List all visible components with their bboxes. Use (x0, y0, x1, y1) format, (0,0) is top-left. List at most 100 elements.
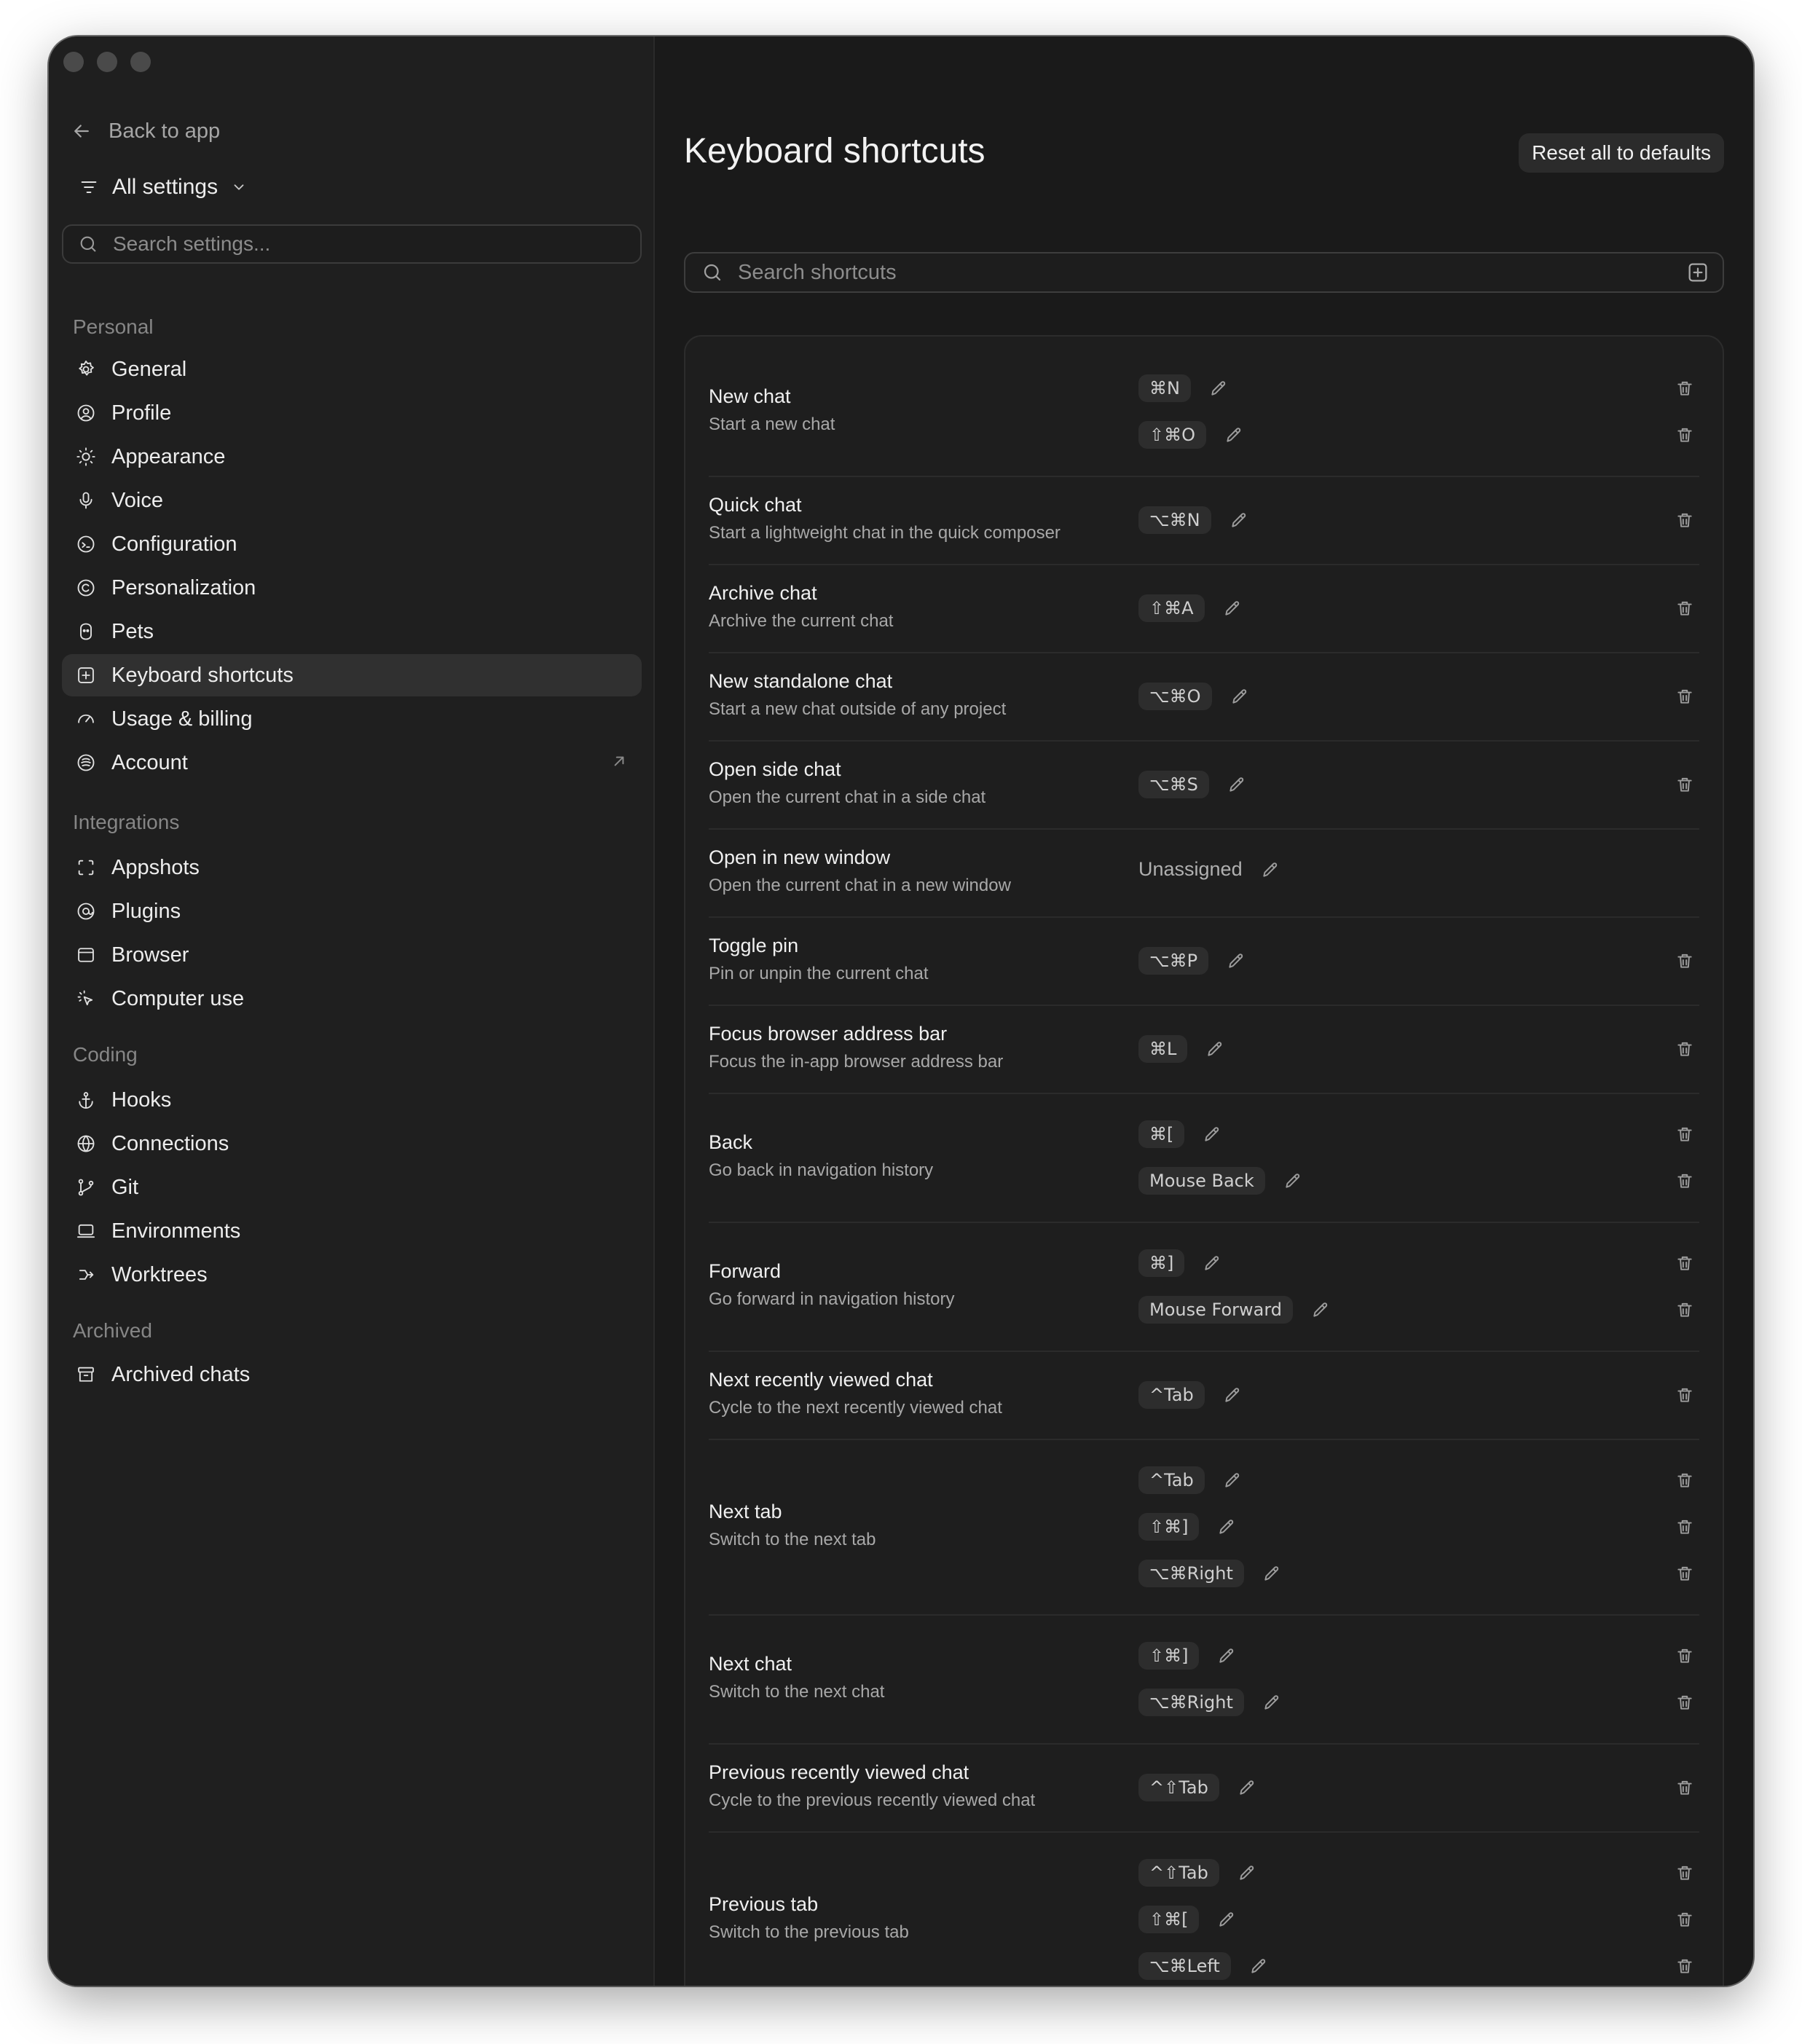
sidebar-item-plugins[interactable]: Plugins (62, 890, 642, 932)
sidebar-item-archived-chats[interactable]: Archived chats (62, 1353, 642, 1396)
key-combo-badge: ⇧⌘] (1138, 1641, 1200, 1670)
edit-shortcut-button[interactable] (1281, 1169, 1305, 1192)
edit-shortcut-button[interactable] (1215, 1644, 1238, 1667)
shortcut-binding: ⌘L (1138, 1034, 1227, 1063)
cursor-click-icon (75, 988, 97, 1010)
window-close-button[interactable] (63, 52, 84, 72)
edit-shortcut-button[interactable] (1260, 1562, 1283, 1585)
arrow-left-icon (74, 125, 89, 138)
sidebar-item-label: Environments (111, 1219, 241, 1243)
edit-shortcut-button[interactable] (1215, 1908, 1238, 1931)
record-shortcut-icon[interactable] (1686, 261, 1709, 284)
edit-shortcut-button[interactable] (1200, 1251, 1224, 1275)
delete-shortcut-button[interactable] (1673, 1908, 1696, 1931)
key-combo-badge: ⌘] (1138, 1249, 1185, 1277)
window-zoom-button[interactable] (130, 52, 151, 72)
back-to-app-link[interactable]: Back to app (71, 111, 220, 152)
delete-shortcut-button[interactable] (1673, 1037, 1696, 1061)
sidebar-item-git[interactable]: Git (62, 1166, 642, 1208)
sidebar-item-voice[interactable]: Voice (62, 479, 642, 522)
shortcuts-list: New chat Start a new chat ⌘N ⇧⌘O Quick chat S… (684, 335, 1724, 1986)
delete-shortcut-button[interactable] (1673, 1123, 1696, 1146)
delete-shortcut-button[interactable] (1673, 1383, 1696, 1407)
edit-shortcut-button[interactable] (1221, 1383, 1244, 1407)
edit-shortcut-button[interactable] (1259, 858, 1282, 881)
delete-shortcut-button[interactable] (1673, 1469, 1696, 1492)
edit-shortcut-button[interactable] (1224, 949, 1248, 972)
sidebar-item-usage-billing[interactable]: Usage & billing (62, 698, 642, 740)
key-combo-badge: ⌥⌘N (1138, 506, 1211, 534)
delete-shortcut-button[interactable] (1673, 1954, 1696, 1978)
shortcut-search-input[interactable] (736, 259, 1673, 286)
edit-shortcut-button[interactable] (1260, 1691, 1283, 1714)
edit-shortcut-button[interactable] (1309, 1298, 1332, 1321)
sidebar-item-personalization[interactable]: Personalization (62, 567, 642, 609)
sidebar-item-account[interactable]: Account (62, 742, 642, 784)
sidebar-item-computer-use[interactable]: Computer use (62, 978, 642, 1020)
gear-icon (75, 358, 97, 380)
edit-shortcut-button[interactable] (1207, 377, 1230, 400)
delete-shortcut-button[interactable] (1673, 423, 1696, 447)
shortcut-name: Focus browser address bar (709, 1022, 948, 1045)
edit-shortcut-button[interactable] (1222, 423, 1246, 447)
delete-shortcut-button[interactable] (1673, 1776, 1696, 1799)
edit-shortcut-button[interactable] (1227, 508, 1251, 532)
delete-shortcut-button[interactable] (1673, 1298, 1696, 1321)
sidebar-item-browser[interactable]: Browser (62, 934, 642, 976)
reset-all-button[interactable]: Reset all to defaults (1519, 133, 1724, 173)
sidebar-item-appearance[interactable]: Appearance (62, 436, 642, 478)
edit-shortcut-button[interactable] (1221, 597, 1244, 620)
settings-search-input[interactable] (111, 232, 640, 256)
sidebar-item-general[interactable]: General (62, 348, 642, 390)
delete-shortcut-button[interactable] (1673, 1562, 1696, 1585)
sidebar-item-appshots[interactable]: Appshots (62, 846, 642, 889)
sidebar: Back to app All settings Personal General… (49, 36, 655, 1986)
delete-shortcut-button[interactable] (1673, 1861, 1696, 1884)
delete-shortcut-button[interactable] (1673, 377, 1696, 400)
delete-shortcut-button[interactable] (1673, 773, 1696, 796)
sidebar-item-environments[interactable]: Environments (62, 1210, 642, 1252)
sidebar-item-pets[interactable]: Pets (62, 610, 642, 653)
shortcut-row: New chat Start a new chat ⌘N ⇧⌘O (709, 337, 1699, 477)
edit-shortcut-button[interactable] (1235, 1861, 1259, 1884)
external-link-icon (610, 752, 629, 777)
search-icon (80, 236, 96, 252)
key-combo-badge: ⌥⌘S (1138, 770, 1209, 798)
delete-shortcut-button[interactable] (1673, 508, 1696, 532)
edit-shortcut-button[interactable] (1235, 1776, 1259, 1799)
sidebar-item-hooks[interactable]: Hooks (62, 1079, 642, 1121)
edit-shortcut-button[interactable] (1228, 685, 1251, 708)
edit-shortcut-button[interactable] (1247, 1954, 1270, 1978)
sidebar-item-profile[interactable]: Profile (62, 392, 642, 434)
key-combo-badge: ⇧⌘] (1138, 1512, 1200, 1541)
delete-shortcut-button[interactable] (1673, 597, 1696, 620)
shortcut-binding: ^Tab (1138, 1380, 1244, 1409)
delete-shortcut-button[interactable] (1673, 1251, 1696, 1275)
delete-shortcut-button[interactable] (1673, 685, 1696, 708)
edit-shortcut-button[interactable] (1225, 773, 1248, 796)
shortcut-binding: Mouse Back (1138, 1166, 1305, 1195)
edit-shortcut-button[interactable] (1200, 1123, 1224, 1146)
delete-shortcut-button[interactable] (1673, 949, 1696, 972)
window-minimize-button[interactable] (97, 52, 117, 72)
edit-shortcut-button[interactable] (1203, 1037, 1227, 1061)
filter-icon (81, 181, 97, 194)
delete-shortcut-button[interactable] (1673, 1515, 1696, 1538)
edit-shortcut-button[interactable] (1215, 1515, 1238, 1538)
sidebar-item-worktrees[interactable]: Worktrees (62, 1254, 642, 1296)
key-combo-badge: ⌥⌘O (1138, 682, 1212, 710)
delete-shortcut-button[interactable] (1673, 1169, 1696, 1192)
sidebar-item-keyboard-shortcuts[interactable]: Keyboard shortcuts (62, 654, 642, 696)
sidebar-item-connections[interactable]: Connections (62, 1123, 642, 1165)
gauge-icon (75, 708, 97, 730)
delete-shortcut-button[interactable] (1673, 1644, 1696, 1667)
key-combo-badge: ⇧⌘O (1138, 420, 1206, 449)
shortcut-name: Next recently viewed chat (709, 1368, 933, 1391)
unassigned-label: Unassigned (1138, 858, 1243, 880)
sidebar-item-configuration[interactable]: Configuration (62, 523, 642, 565)
shortcut-row: Toggle pin Pin or unpin the current chat ⌥… (709, 916, 1699, 1006)
settings-scope-dropdown[interactable]: All settings (79, 167, 247, 208)
key-combo-badge: ⌥⌘Left (1138, 1951, 1231, 1980)
edit-shortcut-button[interactable] (1221, 1469, 1244, 1492)
delete-shortcut-button[interactable] (1673, 1691, 1696, 1714)
